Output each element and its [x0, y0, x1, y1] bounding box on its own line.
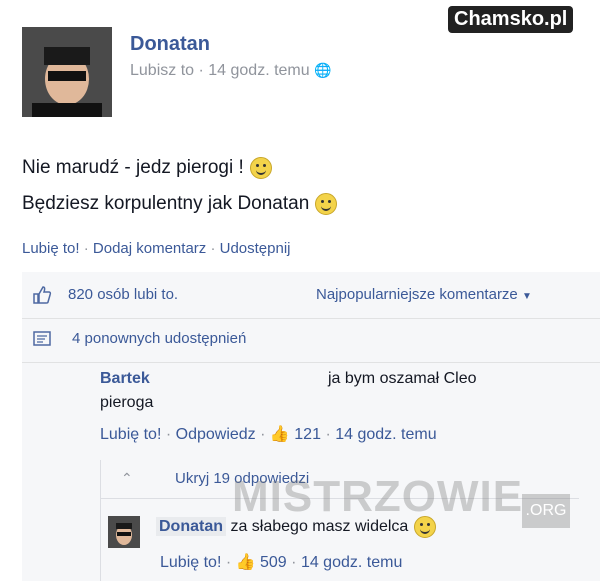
comment-like-link[interactable]: Lubię to! — [100, 426, 161, 443]
separator: · — [260, 426, 270, 443]
reply-like-link[interactable]: Lubię to! — [160, 554, 221, 571]
comment: Bartek ja bym oszamał Cleo pieroga Lubię… — [100, 370, 580, 444]
thumbs-up-icon: 👍 — [235, 554, 256, 571]
comment-time[interactable]: 14 godz. temu — [335, 426, 436, 443]
comment-text-b: pieroga — [100, 394, 154, 411]
watermark-badge: .ORG — [522, 494, 570, 528]
post-line-2: Będziesz korpulentny jak Donatan — [22, 193, 310, 214]
share-icon — [32, 329, 52, 354]
shares-row: 4 ponownych udostępnień — [22, 318, 600, 363]
post-actions: Lubię to! · Dodaj komentarz · Udostępnij — [22, 240, 291, 257]
globe-icon: 🌐 — [314, 62, 332, 78]
sort-comments-dropdown[interactable]: Najpopularniejsze komentarze ▼ — [316, 286, 532, 303]
comment-likes[interactable]: 👍 121 — [270, 426, 321, 443]
separator: · — [291, 554, 301, 571]
reply-like-count: 509 — [260, 554, 287, 571]
comment-text-a: ja bym oszamał Cleo — [328, 370, 477, 387]
smiley-icon — [249, 156, 272, 179]
avatar-image — [22, 27, 112, 117]
separator: · — [225, 554, 236, 571]
separator: · — [325, 426, 336, 443]
post-meta: Lubisz to · 14 godz. temu 🌐 — [130, 62, 332, 80]
likes-row: 820 osób lubi to. Najpopularniejsze kome… — [22, 274, 600, 319]
reply-time[interactable]: 14 godz. temu — [301, 554, 402, 571]
separator: · — [165, 426, 176, 443]
comment-like-count: 121 — [294, 426, 321, 443]
smiley-icon — [315, 192, 338, 215]
separator: · — [83, 240, 93, 257]
sort-label: Najpopularniejsze komentarze — [316, 286, 518, 303]
chevron-up-icon: ⌃ — [121, 470, 133, 486]
add-comment-link[interactable]: Dodaj komentarz — [93, 240, 206, 257]
separator: · — [210, 240, 220, 257]
reply-avatar-image — [108, 516, 140, 548]
watermark: MISTRZOWIE — [232, 472, 524, 521]
chevron-down-icon: ▼ — [521, 291, 532, 302]
reply-avatar[interactable] — [108, 516, 140, 548]
comment-author[interactable]: Bartek — [100, 370, 150, 387]
post-body: Nie marudź - jedz pierogi ! Będziesz kor… — [22, 150, 338, 222]
post-line-1: Nie marudź - jedz pierogi ! — [22, 157, 244, 178]
post-author[interactable]: Donatan — [130, 33, 210, 56]
site-logo: Chamsko.pl — [448, 6, 574, 33]
reply-likes[interactable]: 👍 509 — [236, 554, 287, 571]
shares-count[interactable]: 4 ponownych udostępnień — [72, 330, 246, 347]
thumbs-up-icon — [32, 285, 52, 310]
like-link[interactable]: Lubię to! — [22, 240, 80, 257]
reply-author[interactable]: Donatan — [156, 517, 226, 537]
avatar[interactable] — [22, 27, 112, 117]
post-meta-text: Lubisz to · 14 godz. temu — [130, 62, 310, 79]
likes-count[interactable]: 820 osób lubi to. — [68, 286, 178, 303]
share-link[interactable]: Udostępnij — [220, 240, 291, 257]
reply-actions: Lubię to! · 👍 509 · 14 godz. temu — [160, 552, 402, 572]
comment-reply-link[interactable]: Odpowiedz — [176, 426, 256, 443]
thumbs-up-icon: 👍 — [269, 426, 290, 443]
